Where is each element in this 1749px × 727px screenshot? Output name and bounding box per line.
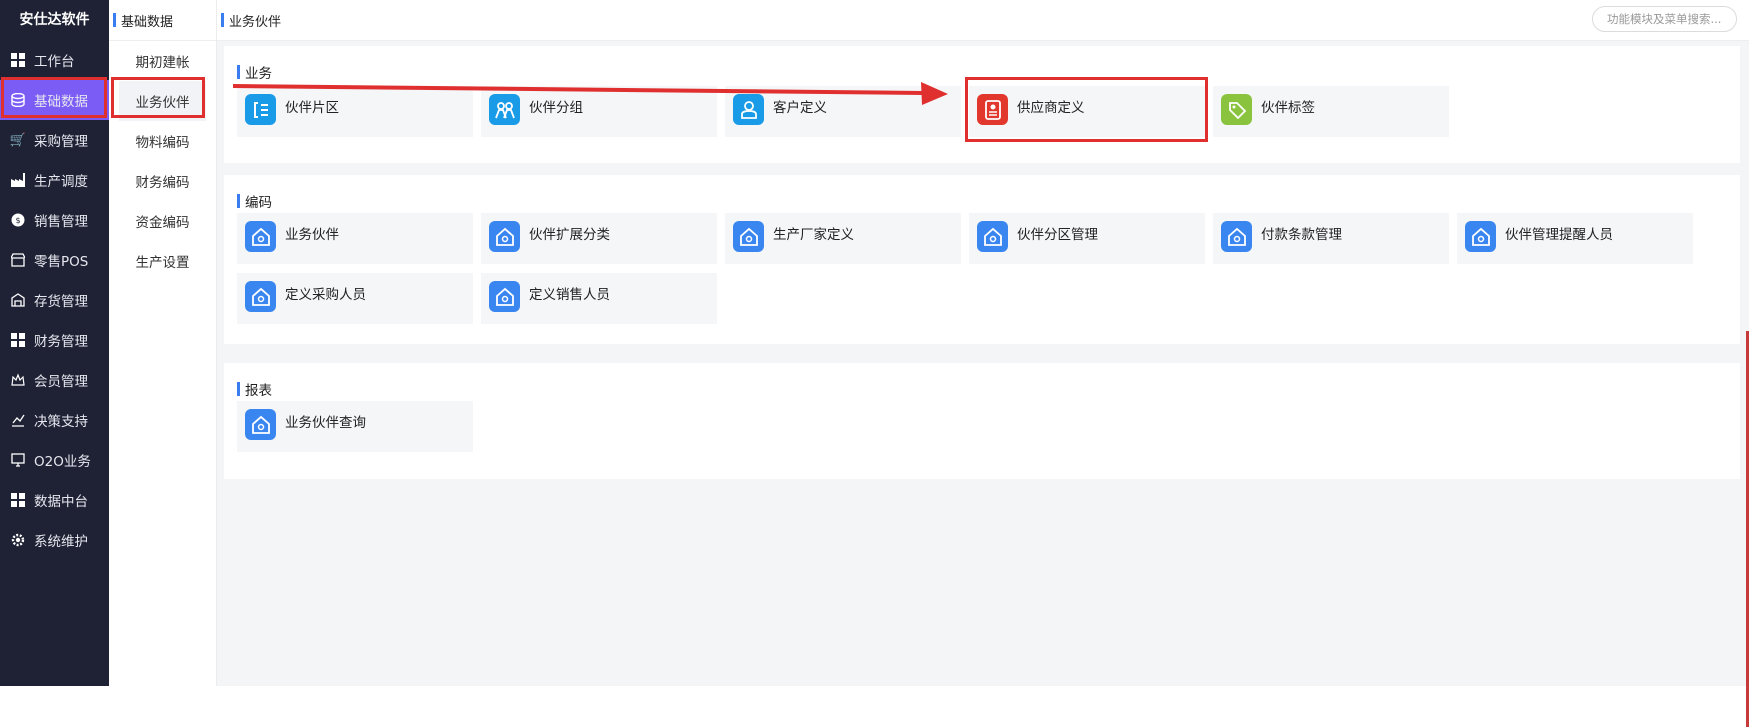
crown-icon [10,372,26,388]
svg-text:$: $ [15,216,20,225]
house-icon [1221,221,1252,252]
sub-item-partner[interactable]: 业务伙伴 [119,81,206,121]
sub-item[interactable]: 生产设置 [109,241,216,281]
title-accent-bar [113,13,116,27]
nav-item-basic-data[interactable]: 基础数据 [0,80,109,120]
store-icon [10,252,26,268]
grid-icon [10,332,26,348]
breadcrumb: 业务伙伴 [217,11,281,30]
monitor-icon [10,452,26,468]
nav-label: 生产调度 [34,174,88,190]
tile-purchase-staff[interactable]: 定义采购人员 [237,273,473,324]
nav-item-production[interactable]: 生产调度 [0,160,109,200]
tile-supplier[interactable]: 供应商定义 [969,86,1205,137]
nav-item-purchase[interactable]: 🛒 采购管理 [0,120,109,160]
sales-icon: $ [10,212,26,228]
tile-partner-query[interactable]: 业务伙伴查询 [237,401,473,452]
tile-partner-ext-category[interactable]: 伙伴扩展分类 [481,213,717,264]
tile-reminder-staff[interactable]: 伙伴管理提醒人员 [1457,213,1693,264]
tile-payment-terms[interactable]: 付款条款管理 [1213,213,1449,264]
nav-label: 系统维护 [34,534,88,550]
nav-label: 存货管理 [34,294,88,310]
house-icon [733,221,764,252]
gear-icon [10,532,26,548]
top-bar: 业务伙伴 功能模块及菜单搜索... [217,0,1749,41]
section-title: 编码 [237,191,272,211]
nav-item-finance[interactable]: 财务管理 [0,320,109,360]
nav-label: 工作台 [34,54,75,70]
warehouse-icon [10,292,26,308]
sub-item[interactable]: 资金编码 [109,201,216,241]
nav-label: 会员管理 [34,374,88,390]
main-content: 业务 伙伴片区 伙伴分组 客户定义 供应商定义 伙伴标签 编码 业务伙伴 伙伴扩… [217,41,1749,727]
main-sidebar: 安仕达软件 工作台 基础数据 🛒 采购管理 生产调度 $ 销售管理 零售POS … [0,0,109,686]
tile-partner-zone[interactable]: 伙伴分区管理 [969,213,1205,264]
grid-icon [10,492,26,508]
nav-label: 决策支持 [34,414,88,430]
tile-sales-staff[interactable]: 定义销售人员 [481,273,717,324]
tile-business-partner[interactable]: 业务伙伴 [237,213,473,264]
section-title: 报表 [237,379,272,399]
annotation-arrow [233,82,948,105]
nav-label: O2O业务 [34,454,91,470]
brand-title: 安仕达软件 [19,12,90,28]
nav-item-o2o[interactable]: O2O业务 [0,440,109,480]
supplier-icon [977,94,1008,125]
title-accent-bar [237,194,240,208]
title-accent-bar [237,382,240,396]
database-icon [10,92,26,108]
nav-label: 销售管理 [34,214,88,230]
sub-item[interactable]: 期初建帐 [109,41,216,81]
nav-item-sales[interactable]: $ 销售管理 [0,200,109,240]
nav-label: 财务管理 [34,334,88,350]
house-icon [977,221,1008,252]
nav-item-decision[interactable]: 决策支持 [0,400,109,440]
nav-item-pos[interactable]: 零售POS [0,240,109,280]
sub-item[interactable]: 物料编码 [109,121,216,161]
cart-icon: 🛒 [9,132,27,148]
nav-item-data-center[interactable]: 数据中台 [0,480,109,520]
nav-label: 数据中台 [34,494,88,510]
section-coding: 编码 业务伙伴 伙伴扩展分类 生产厂家定义 伙伴分区管理 付款条款管理 伙伴管理… [224,175,1740,344]
house-icon [1465,221,1496,252]
title-accent-bar [221,13,224,27]
nav-label: 基础数据 [34,94,88,110]
sub-item[interactable]: 财务编码 [109,161,216,201]
house-icon [489,281,520,312]
chart-icon [10,412,26,428]
house-icon [245,221,276,252]
tile-manufacturer[interactable]: 生产厂家定义 [725,213,961,264]
sub-sidebar-title: 基础数据 [109,0,216,41]
nav-label: 零售POS [34,254,89,270]
section-reports: 报表 业务伙伴查询 [224,363,1740,479]
sub-sidebar: 基础数据 期初建帐 业务伙伴 物料编码 财务编码 资金编码 生产设置 [109,0,217,686]
house-icon [245,281,276,312]
house-icon [489,221,520,252]
tile-partner-tag[interactable]: 伙伴标签 [1213,86,1449,137]
search-input[interactable]: 功能模块及菜单搜索... [1592,6,1737,32]
house-icon [245,409,276,440]
nav-item-workbench[interactable]: 工作台 [0,40,109,80]
factory-icon [10,172,26,188]
nav-item-inventory[interactable]: 存货管理 [0,280,109,320]
nav-item-member[interactable]: 会员管理 [0,360,109,400]
grid-icon [10,52,26,68]
tag-icon [1221,94,1252,125]
nav-item-system[interactable]: 系统维护 [0,520,109,560]
nav-label: 采购管理 [34,134,88,150]
